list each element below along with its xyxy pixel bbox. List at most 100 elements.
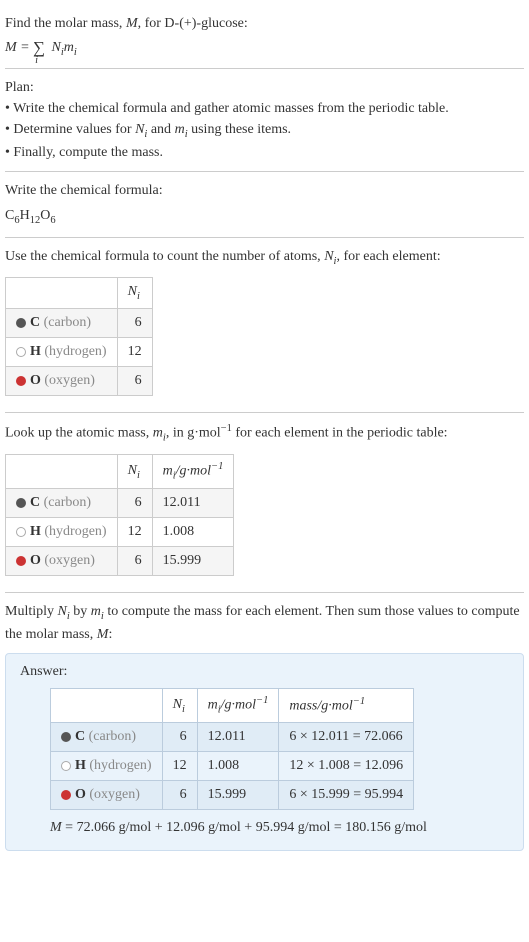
element-symbol: H bbox=[30, 524, 41, 539]
header-empty bbox=[51, 689, 163, 722]
table-header-row: Ni mi/g·mol−1 bbox=[6, 455, 234, 488]
header-mass-exp: −1 bbox=[353, 696, 365, 707]
header-mi-sym: m bbox=[163, 464, 173, 479]
table-row: O (oxygen) 6 bbox=[6, 367, 153, 396]
element-symbol: C bbox=[30, 495, 40, 510]
element-name: (oxygen) bbox=[41, 373, 95, 388]
answer-box: Answer: Ni mi/g·mol−1 mass/g·mol−1 C (ca… bbox=[5, 653, 524, 850]
hydrogen-swatch-icon bbox=[61, 761, 71, 771]
formula-ni: N bbox=[48, 40, 61, 55]
header-ni-sub: i bbox=[137, 291, 140, 302]
element-cell: C (carbon) bbox=[51, 722, 163, 751]
element-cell: H (hydrogen) bbox=[6, 517, 118, 546]
plan-b2-suffix: using these items. bbox=[188, 122, 291, 137]
header-mi-sym: m bbox=[208, 698, 218, 713]
oxygen-swatch-icon bbox=[61, 790, 71, 800]
intro-section: Find the molar mass, M, for D-(+)-glucos… bbox=[5, 5, 524, 69]
table-row: H (hydrogen) 12 1.008 bbox=[6, 517, 234, 546]
plan-b2-mid: and bbox=[147, 122, 174, 137]
mass-title-mi: m bbox=[153, 426, 163, 441]
ni-value: 6 bbox=[162, 780, 197, 809]
table-row: C (carbon) 6 bbox=[6, 309, 153, 338]
mult-m: M bbox=[97, 627, 109, 642]
plan-b2-prefix: • Determine values for bbox=[5, 122, 135, 137]
element-symbol: H bbox=[30, 344, 41, 359]
formula-mi: m bbox=[64, 40, 74, 55]
element-name: (hydrogen) bbox=[86, 758, 152, 773]
element-name: (hydrogen) bbox=[41, 524, 107, 539]
header-mi-exp: −1 bbox=[256, 695, 268, 706]
element-name: (carbon) bbox=[40, 315, 91, 330]
header-mi: mi/g·mol−1 bbox=[197, 689, 279, 722]
mult-prefix: Multiply bbox=[5, 604, 58, 619]
plan-bullet-2: • Determine values for Ni and mi using t… bbox=[5, 119, 524, 143]
header-mi-unit: /g·mol bbox=[176, 464, 211, 479]
element-name: (oxygen) bbox=[86, 787, 140, 802]
count-title: Use the chemical formula to count the nu… bbox=[5, 246, 524, 270]
header-mass: mass/g·mol−1 bbox=[279, 689, 414, 722]
mass-table: Ni mi/g·mol−1 C (carbon) 6 12.011 H (hyd… bbox=[5, 454, 234, 575]
chem-h: H bbox=[20, 208, 30, 223]
table-row: O (oxygen) 6 15.999 bbox=[6, 546, 234, 575]
element-cell: H (hydrogen) bbox=[51, 751, 163, 780]
header-mi-exp: −1 bbox=[211, 461, 223, 472]
table-row: H (hydrogen) 12 1.008 12 × 1.008 = 12.09… bbox=[51, 751, 414, 780]
chem-h-sub: 12 bbox=[30, 215, 41, 226]
count-title-suffix: , for each element: bbox=[336, 249, 440, 264]
header-ni-sub: i bbox=[182, 704, 185, 715]
chemical-formula-section: Write the chemical formula: C6H12O6 bbox=[5, 172, 524, 238]
mass-title-mid: , in g·mol bbox=[166, 426, 221, 441]
element-cell: H (hydrogen) bbox=[6, 338, 118, 367]
final-equation: M = 72.066 g/mol + 12.096 g/mol + 95.994… bbox=[50, 820, 509, 836]
carbon-swatch-icon bbox=[16, 318, 26, 328]
plan-title: Plan: bbox=[5, 77, 524, 98]
plan-section: Plan: • Write the chemical formula and g… bbox=[5, 69, 524, 173]
count-table: Ni C (carbon) 6 H (hydrogen) 12 O (oxyge… bbox=[5, 277, 153, 396]
element-cell: O (oxygen) bbox=[6, 367, 118, 396]
intro-m: M bbox=[126, 16, 138, 31]
ni-value: 12 bbox=[162, 751, 197, 780]
chem-c: C bbox=[5, 208, 14, 223]
mi-value: 15.999 bbox=[197, 780, 279, 809]
ni-value: 6 bbox=[117, 488, 152, 517]
multiply-text: Multiply Ni by mi to compute the mass fo… bbox=[5, 601, 524, 646]
mass-title: Look up the atomic mass, mi, in g·mol−1 … bbox=[5, 421, 524, 446]
element-symbol: O bbox=[30, 373, 41, 388]
element-cell: O (oxygen) bbox=[6, 546, 118, 575]
ni-value: 6 bbox=[162, 722, 197, 751]
element-symbol: O bbox=[75, 787, 86, 802]
chem-formula: C6H12O6 bbox=[5, 205, 524, 229]
result-section: Multiply Ni by mi to compute the mass fo… bbox=[5, 593, 524, 851]
header-ni-sub: i bbox=[137, 470, 140, 481]
intro-suffix: , for D-(+)-glucose: bbox=[138, 16, 248, 31]
element-cell: O (oxygen) bbox=[51, 780, 163, 809]
header-ni: Ni bbox=[117, 455, 152, 488]
header-mi: mi/g·mol−1 bbox=[152, 455, 234, 488]
molar-mass-formula: M = ∑i Nimi bbox=[5, 36, 524, 58]
table-header-row: Ni mi/g·mol−1 mass/g·mol−1 bbox=[51, 689, 414, 722]
mass-title-suffix: for each element in the periodic table: bbox=[232, 426, 448, 441]
element-symbol: O bbox=[30, 553, 41, 568]
mi-value: 1.008 bbox=[197, 751, 279, 780]
element-symbol: C bbox=[30, 315, 40, 330]
mass-calc: 12 × 1.008 = 12.096 bbox=[279, 751, 414, 780]
chem-o-sub: 6 bbox=[50, 215, 55, 226]
header-ni: Ni bbox=[117, 278, 152, 309]
header-ni-sym: N bbox=[128, 284, 137, 299]
final-eq-text: = 72.066 g/mol + 12.096 g/mol + 95.994 g… bbox=[62, 820, 427, 835]
mult-mi: m bbox=[91, 604, 101, 619]
table-row: H (hydrogen) 12 bbox=[6, 338, 153, 367]
mult-suffix: : bbox=[108, 627, 112, 642]
formula-sum-sub: i bbox=[35, 55, 38, 66]
hydrogen-swatch-icon bbox=[16, 347, 26, 357]
final-m: M bbox=[50, 820, 62, 835]
ni-value: 12 bbox=[117, 517, 152, 546]
mi-value: 12.011 bbox=[197, 722, 279, 751]
ni-value: 6 bbox=[117, 309, 152, 338]
carbon-swatch-icon bbox=[16, 498, 26, 508]
chem-o: O bbox=[40, 208, 50, 223]
element-name: (oxygen) bbox=[41, 553, 95, 568]
ni-value: 6 bbox=[117, 546, 152, 575]
element-name: (carbon) bbox=[40, 495, 91, 510]
mass-title-prefix: Look up the atomic mass, bbox=[5, 426, 153, 441]
